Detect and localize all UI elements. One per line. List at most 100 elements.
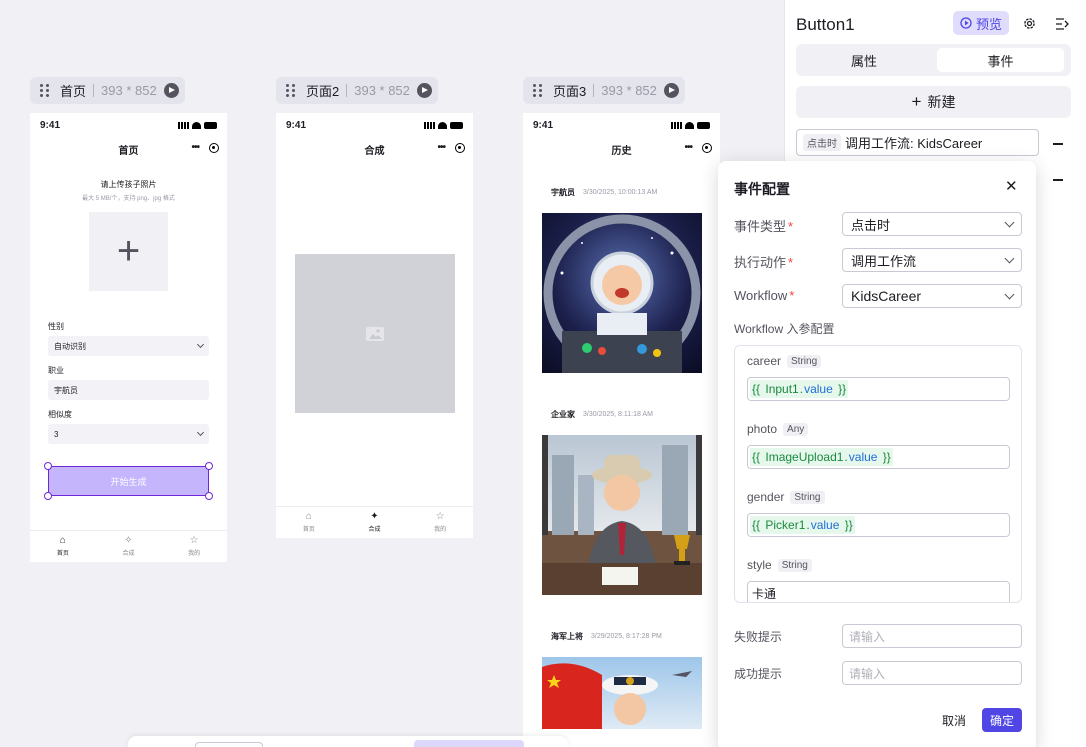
wifi-icon (438, 121, 447, 129)
param-career-input[interactable]: {{ Input1.value }} (747, 377, 1010, 401)
more-icon[interactable]: ••• (191, 143, 199, 153)
close-icon[interactable]: ✕ (1005, 179, 1018, 194)
param-photo-input[interactable]: {{ ImageUpload1.value }} (747, 445, 1010, 469)
fail-tip-input[interactable]: 请输入 (842, 624, 1022, 648)
resize-handle[interactable] (44, 492, 52, 500)
generate-button[interactable]: 开始生成 (48, 466, 209, 496)
confirm-button[interactable]: 确定 (982, 708, 1022, 732)
param-photo-name: photo Any (747, 422, 809, 436)
bottom-toolbar[interactable] (128, 736, 568, 747)
param-gender-input[interactable]: {{ Picker1.value }} (747, 513, 1010, 537)
history-image-admiral[interactable] (542, 657, 702, 729)
frame-label-home[interactable]: 首页 393 * 852 (30, 77, 185, 104)
phone-frame-page2[interactable]: 9:41 合成 ••• ⌂ 首页 ✦ 合成 ☆ 我的 (276, 113, 473, 538)
cancel-button[interactable]: 取消 (936, 708, 972, 732)
drag-handle-icon[interactable] (286, 84, 296, 98)
resize-handle[interactable] (44, 462, 52, 470)
close-capsule-icon[interactable] (702, 143, 712, 153)
component-name: Button1 (796, 15, 855, 34)
tab-properties[interactable]: 属性 (800, 48, 928, 72)
phone-frame-page3[interactable]: 9:41 历史 ••• 宇航员 3/30/2025, 10:00:13 AM 企业… (523, 113, 720, 747)
home-icon: ⌂ (305, 511, 312, 522)
settings-icon[interactable] (1023, 17, 1036, 30)
chevron-down-icon (196, 428, 205, 436)
history-image-entrepreneur[interactable] (542, 435, 702, 595)
page-title: 历史 (611, 145, 632, 157)
upload-hint: 最大 5 MB/个，支持 png、jpg 格式 (82, 196, 175, 202)
image-icon (366, 326, 384, 341)
history-item-title: 企业家 3/30/2025, 8:11:18 AM (551, 410, 653, 419)
new-event-button[interactable]: + 新建 (796, 86, 1071, 118)
success-tip-label: 成功提示 (734, 667, 783, 681)
tab-events[interactable]: 事件 (937, 48, 1064, 72)
play-icon[interactable] (163, 83, 179, 98)
play-icon[interactable] (663, 83, 679, 98)
tab-compose[interactable]: ✧ 合成 (122, 536, 134, 558)
tab-mine[interactable]: ☆ 我的 (434, 511, 446, 534)
params-container[interactable]: career String {{ Input1.value }} photo Any… (734, 345, 1022, 603)
battery-icon (450, 121, 463, 129)
upload-title: 请上传孩子照片 (100, 180, 157, 189)
more-icon[interactable]: ••• (437, 143, 445, 153)
close-capsule-icon[interactable] (209, 143, 219, 153)
remove-event-icon[interactable] (1053, 179, 1063, 181)
gender-picker[interactable]: 自动识别 (48, 336, 209, 356)
toolbar-control[interactable] (414, 740, 524, 747)
panel-tabs: 属性 事件 (796, 44, 1071, 76)
param-style-input[interactable]: 卡通 (747, 581, 1010, 602)
gender-label: 性别 (48, 322, 64, 331)
frame-size: 393 * 852 (601, 83, 657, 98)
action-select[interactable]: 调用工作流 (842, 248, 1022, 272)
similarity-label: 相似度 (48, 410, 72, 419)
resize-handle[interactable] (205, 462, 213, 470)
resize-handle[interactable] (205, 492, 213, 500)
chevron-down-icon (1004, 217, 1015, 227)
page-title: 合成 (364, 145, 385, 157)
params-title: Workflow 入参配置 (734, 322, 835, 336)
param-gender-name: gender String (747, 490, 825, 504)
event-type-select[interactable]: 点击时 (842, 212, 1022, 236)
image-upload-box[interactable]: + (89, 212, 168, 291)
tab-bar: ⌂ 首页 ✧ 合成 ☆ 我的 (30, 530, 227, 562)
success-tip-input[interactable]: 请输入 (842, 661, 1022, 685)
status-bar: 9:41 (523, 113, 720, 137)
frame-name: 页面2 (306, 84, 340, 99)
drag-handle-icon[interactable] (533, 84, 543, 98)
history-image-astronaut[interactable] (542, 213, 702, 373)
remove-event-icon[interactable] (1053, 143, 1063, 145)
event-text: 调用工作流: KidsCareer (845, 136, 983, 151)
toolbar-control[interactable] (195, 742, 263, 747)
event-item[interactable]: 点击时 调用工作流: KidsCareer (796, 129, 1039, 156)
job-input[interactable]: 宇航员 (48, 380, 209, 400)
play-icon[interactable] (416, 83, 432, 98)
tab-compose[interactable]: ✦ 合成 (368, 512, 380, 534)
close-capsule-icon[interactable] (455, 143, 465, 153)
frame-label-page2[interactable]: 页面2 393 * 852 (276, 77, 438, 104)
drag-handle-icon[interactable] (40, 84, 50, 98)
phone-frame-home[interactable]: 9:41 首页 ••• 请上传孩子照片 最大 5 MB/个，支持 png、jpg… (30, 113, 227, 562)
image-placeholder (295, 254, 455, 413)
battery-icon (697, 121, 710, 129)
nav-bar: 合成 ••• (276, 137, 473, 161)
collapse-panel-icon[interactable] (1055, 18, 1069, 30)
page-title: 首页 (118, 145, 139, 157)
workflow-select[interactable]: KidsCareer (842, 284, 1022, 308)
preview-button[interactable]: 预览 (953, 11, 1009, 35)
star-icon: ☆ (435, 511, 445, 522)
chevron-down-icon (1004, 253, 1015, 263)
frame-name: 首页 (60, 84, 87, 99)
more-icon[interactable]: ••• (684, 143, 692, 153)
event-tag: 点击时 (803, 134, 841, 151)
dialog-title: 事件配置 (734, 181, 790, 197)
history-item-title: 宇航员 3/30/2025, 10:00:13 AM (551, 188, 658, 197)
event-config-dialog: 事件配置 ✕ 事件类型 * 点击时 执行动作 * 调用工作流 Workflow * K… (718, 161, 1036, 747)
tab-home[interactable]: ⌂ 首页 (303, 511, 315, 534)
wifi-icon (685, 121, 694, 129)
chevron-down-icon (1004, 289, 1015, 299)
frame-label-page3[interactable]: 页面3 393 * 852 (523, 77, 685, 104)
param-style-name: style String (747, 558, 812, 572)
tab-mine[interactable]: ☆ 我的 (188, 536, 200, 558)
similarity-picker[interactable]: 3 (48, 424, 209, 444)
tab-home[interactable]: ⌂ 首页 (57, 536, 69, 558)
job-label: 职业 (48, 366, 64, 375)
